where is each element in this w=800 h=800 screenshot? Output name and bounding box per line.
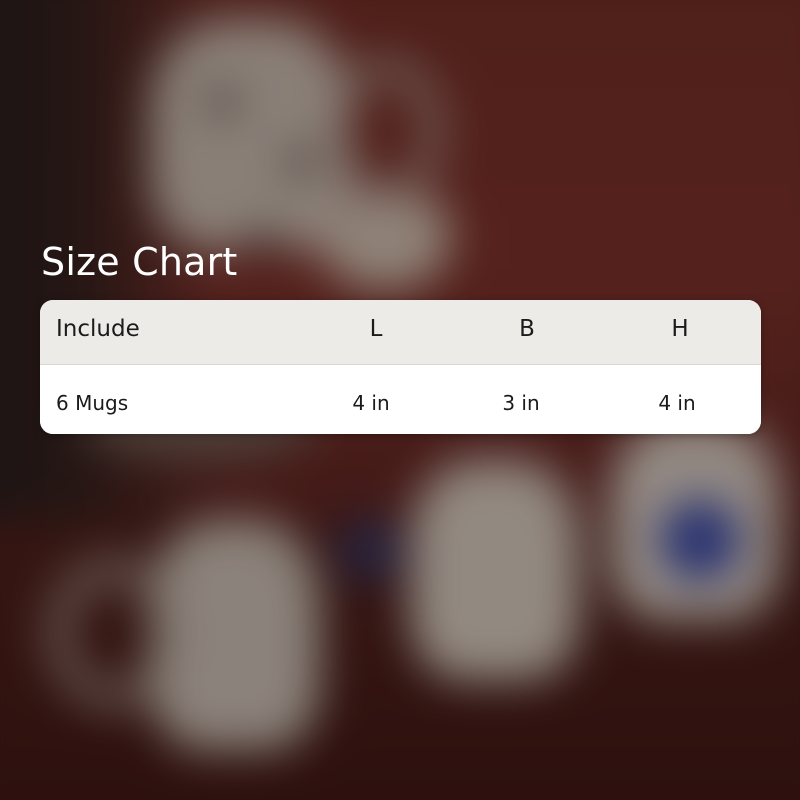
header-include: Include: [56, 316, 140, 342]
size-chart-table: Include L B H 6 Mugs 4 in 3 in 4 in: [40, 300, 761, 434]
table-row: 6 Mugs 4 in 3 in 4 in: [40, 365, 761, 434]
cell-length: 4 in: [352, 391, 390, 415]
header-height: H: [671, 316, 689, 342]
cell-height: 4 in: [658, 391, 696, 415]
size-chart-title: Size Chart: [41, 240, 238, 284]
table-header-row: Include L B H: [40, 300, 761, 365]
header-length: L: [369, 316, 383, 342]
cell-breadth: 3 in: [502, 391, 540, 415]
header-breadth: B: [519, 316, 535, 342]
cell-include: 6 Mugs: [56, 391, 129, 415]
